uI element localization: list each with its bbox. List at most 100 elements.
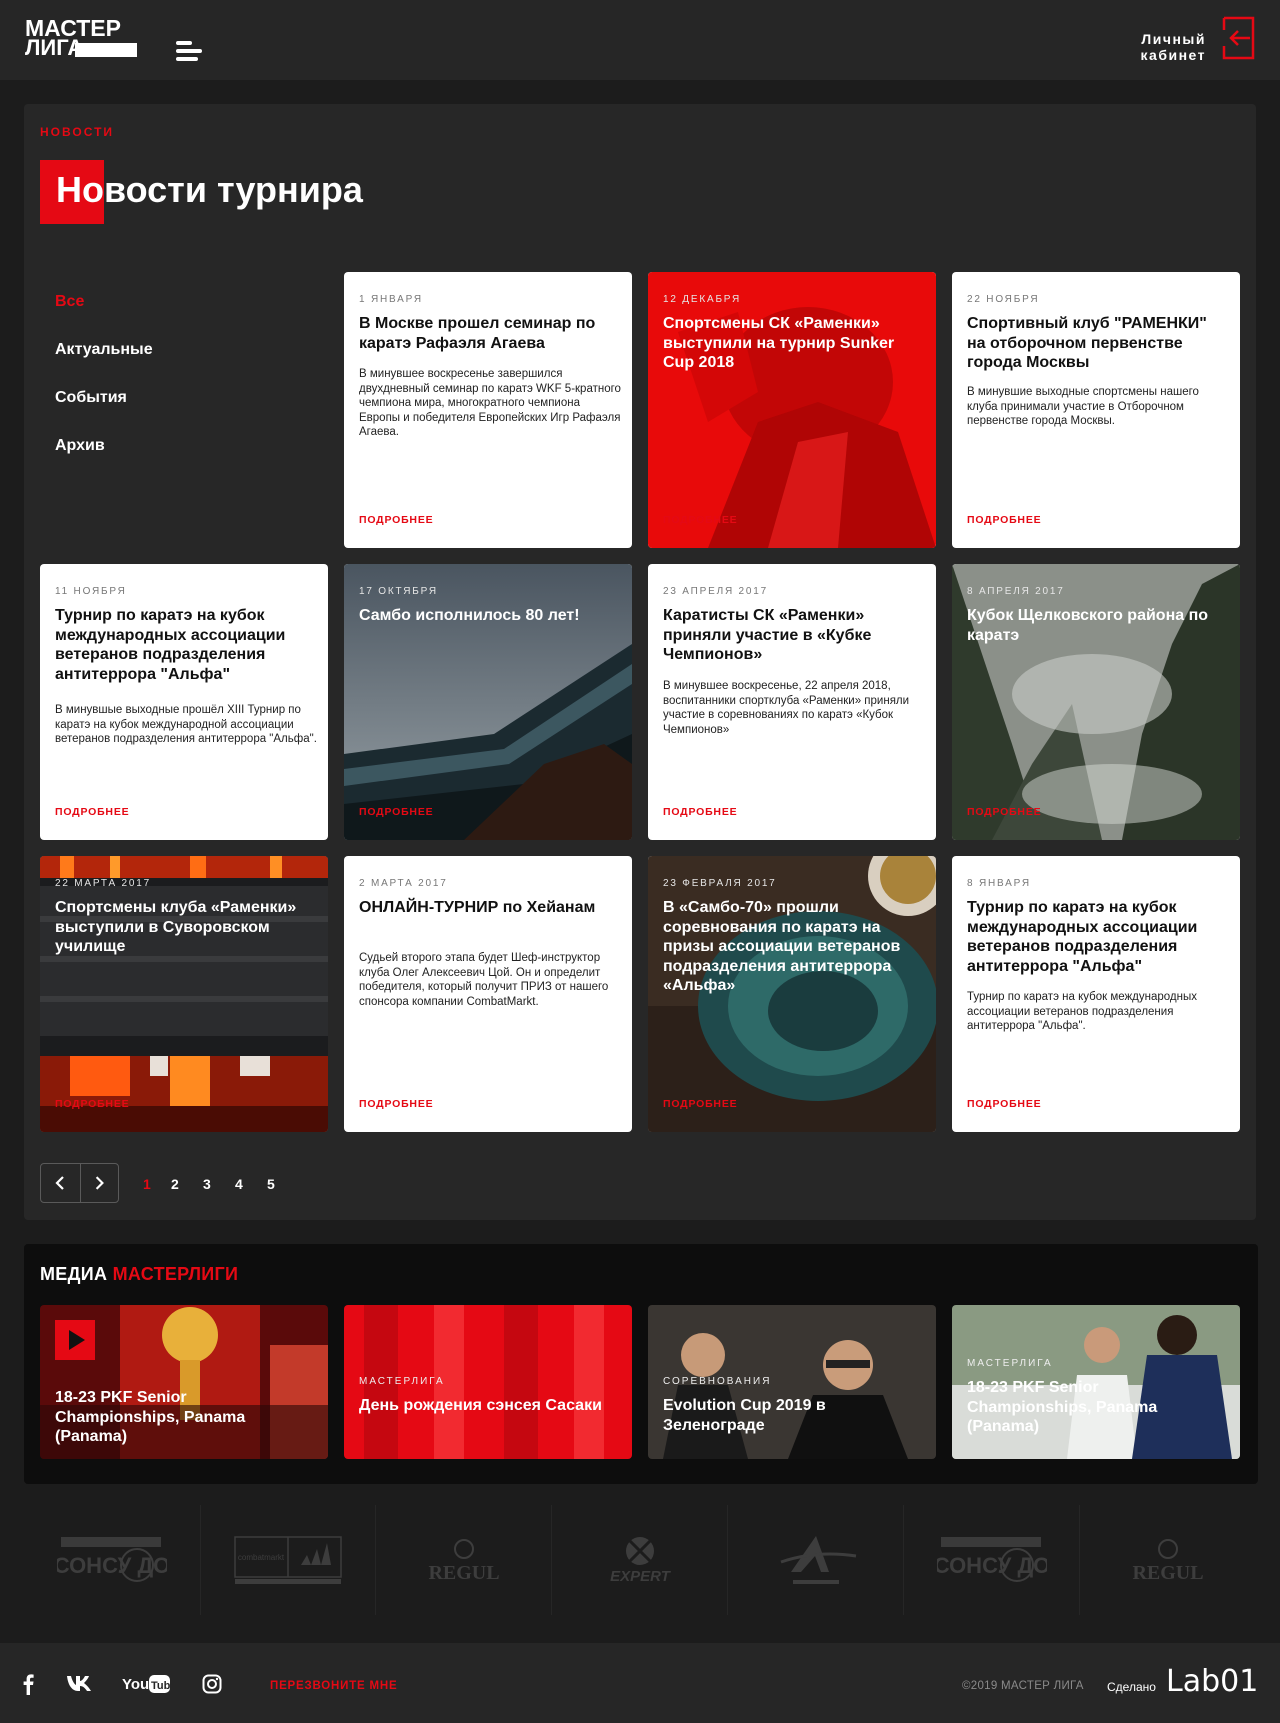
facebook-icon[interactable] <box>22 1673 34 1695</box>
partner-regul-logo[interactable]: REGUL <box>1080 1510 1256 1610</box>
card-more-link[interactable]: ПОДРОБНЕЕ <box>663 514 737 526</box>
lab01-logo[interactable]: Lab01 <box>1166 1667 1258 1697</box>
card-title[interactable]: Кубок Щелковского района по каратэ <box>967 606 1229 645</box>
news-card[interactable]: 23 ФЕВРАЛЯ 2017 В «Самбо-70» прошли соре… <box>648 856 936 1132</box>
card-text: В минувшые выходные прошёл XIII Турнир п… <box>55 704 317 745</box>
card-title[interactable]: Спортивный клуб "РАМЕНКИ" на отборочном … <box>967 314 1229 373</box>
news-card[interactable]: 23 АПРЕЛЯ 2017 Каратисты СК «Раменки» пр… <box>648 564 936 840</box>
filter-events[interactable]: События <box>55 389 127 407</box>
news-card[interactable]: 17 ОКТЯБРЯ Самбо исполнилось 80 лет! ПОД… <box>344 564 632 840</box>
news-card[interactable]: 22 НОЯБРЯ Спортивный клуб "РАМЕНКИ" на о… <box>952 272 1240 548</box>
card-date: 1 ЯНВАРЯ <box>359 294 423 305</box>
filter-all[interactable]: Все <box>55 293 84 311</box>
site-footer <box>0 1643 1280 1723</box>
sonsu-do-logo: СОНСУ ДО <box>937 1537 1047 1582</box>
armada-logo <box>780 1536 857 1584</box>
news-card[interactable]: 2 МАРТА 2017 ОНЛАЙН-ТУРНИР по Хейанам Су… <box>344 856 632 1132</box>
cabinet-line1: Личный <box>1141 31 1206 47</box>
page-4[interactable]: 4 <box>235 1176 243 1192</box>
media-card[interactable]: МАСТЕРЛИГА День рождения сэнсея Сасаки <box>344 1305 632 1459</box>
card-date: 8 ЯНВАРЯ <box>967 878 1031 889</box>
partner-armada-logo[interactable] <box>728 1510 904 1610</box>
partner-sonsu-do-logo[interactable]: СОНСУ ДО <box>24 1510 200 1610</box>
chevron-left-icon[interactable] <box>40 1163 80 1203</box>
site-header <box>0 0 1280 80</box>
card-title[interactable]: ОНЛАЙН-ТУРНИР по Хейанам <box>359 898 621 918</box>
news-card[interactable]: 12 ДЕКАБРЯ Спортсмены СК «Раменки» высту… <box>648 272 936 548</box>
card-title[interactable]: Турнир по каратэ на кубок международных … <box>55 606 317 684</box>
card-title[interactable]: В Москве прошел семинар по каратэ Рафаэл… <box>359 314 621 353</box>
media-title-white: МЕДИА <box>40 1264 108 1284</box>
card-more-link[interactable]: ПОДРОБНЕЕ <box>55 1098 129 1110</box>
card-title[interactable]: Турнир по каратэ на кубок международных … <box>967 898 1229 976</box>
logo[interactable]: МАСТЕР ЛИГА <box>25 17 137 59</box>
youtube-icon[interactable]: You Tube <box>122 1673 170 1695</box>
made-by-label: Сделано <box>1107 1680 1156 1694</box>
page-2[interactable]: 2 <box>171 1176 179 1192</box>
media-card[interactable]: СОРЕВНОВАНИЯ Evolution Cup 2019 в Зелено… <box>648 1305 936 1459</box>
regul-logo: REGUL <box>428 1539 500 1584</box>
sonsu-do-logo: СОНСУ ДО <box>57 1537 167 1582</box>
filter-actual[interactable]: Актуальные <box>55 341 153 359</box>
card-more-link[interactable]: ПОДРОБНЕЕ <box>55 806 129 818</box>
media-card-title: Evolution Cup 2019 в Зеленограде <box>663 1397 826 1434</box>
news-card[interactable]: 8 АПРЕЛЯ 2017 Кубок Щелковского района п… <box>952 564 1240 840</box>
combatmarkt-adidas-logo: combatmarkt <box>234 1536 342 1584</box>
svg-text:REGUL: REGUL <box>428 1562 499 1584</box>
regul-logo: REGUL <box>1132 1539 1204 1584</box>
news-card[interactable]: 1 ЯНВАРЯ В Москве прошел семинар по кара… <box>344 272 632 548</box>
menu-icon[interactable] <box>176 41 202 61</box>
card-title[interactable]: Каратисты СК «Раменки» приняли участие в… <box>663 606 925 665</box>
card-date: 22 НОЯБРЯ <box>967 294 1040 305</box>
media-card[interactable]: 18-23 PKF Senior Championships, Panama (… <box>40 1305 328 1459</box>
card-more-link[interactable]: ПОДРОБНЕЕ <box>359 806 433 818</box>
cabinet-line2: кабинет <box>1140 47 1206 63</box>
card-text: В минувшие выходные спортсмены нашего кл… <box>967 386 1199 427</box>
play-icon[interactable] <box>55 1320 95 1360</box>
svg-text:EXPERT: EXPERT <box>610 1568 672 1585</box>
partner-expert-logo[interactable]: EXPERT <box>552 1510 728 1610</box>
media-card-title: День рождения сэнсея Сасаки <box>359 1397 602 1414</box>
page-3[interactable]: 3 <box>203 1176 211 1192</box>
instagram-icon[interactable] <box>202 1674 222 1694</box>
card-more-link[interactable]: ПОДРОБНЕЕ <box>967 1098 1041 1110</box>
partner-combatmarkt-logo[interactable]: combatmarkt <box>200 1510 376 1610</box>
card-more-link[interactable]: ПОДРОБНЕЕ <box>967 514 1041 526</box>
media-card[interactable]: МАСТЕРЛИГА 18-23 PKF Senior Championship… <box>952 1305 1240 1459</box>
callback-link[interactable]: ПЕРЕЗВОНИТЕ МНЕ <box>270 1680 397 1692</box>
card-title[interactable]: Самбо исполнилось 80 лет! <box>359 606 621 626</box>
card-text: В минувшее воскресенье завершился двухдн… <box>359 368 621 438</box>
card-title[interactable]: В «Самбо-70» прошли соревнования по кара… <box>663 898 925 996</box>
news-card[interactable]: 22 МАРТА 2017 Спортсмены клуба «Раменки»… <box>40 856 328 1132</box>
cabinet-link[interactable]: Личный кабинет <box>1120 31 1206 63</box>
partner-sonsu-do-logo[interactable]: СОНСУ ДО <box>904 1510 1080 1610</box>
card-date: 22 МАРТА 2017 <box>55 878 151 889</box>
page-5[interactable]: 5 <box>267 1176 275 1192</box>
news-card[interactable]: 8 ЯНВАРЯ Турнир по каратэ на кубок между… <box>952 856 1240 1132</box>
card-title[interactable]: Спортсмены СК «Раменки» выступили на тур… <box>663 314 925 373</box>
card-date: 23 ФЕВРАЛЯ 2017 <box>663 878 777 889</box>
partner-regul-logo[interactable]: REGUL <box>376 1510 552 1610</box>
card-title[interactable]: Спортсмены клуба «Раменки» выступили в С… <box>55 898 317 957</box>
card-more-link[interactable]: ПОДРОБНЕЕ <box>359 514 433 526</box>
card-more-link[interactable]: ПОДРОБНЕЕ <box>359 1098 433 1110</box>
chevron-right-icon[interactable] <box>80 1163 119 1203</box>
svg-text:combatmarkt: combatmarkt <box>238 1553 285 1562</box>
login-icon[interactable] <box>1222 16 1255 60</box>
media-card-title: 18-23 PKF Senior Championships, Panama (… <box>967 1379 1158 1435</box>
media-card-category: МАСТЕРЛИГА <box>967 1358 1053 1369</box>
card-more-link[interactable]: ПОДРОБНЕЕ <box>663 806 737 818</box>
card-date: 2 МАРТА 2017 <box>359 878 448 889</box>
media-card-title: 18-23 PKF Senior Championships, Panama (… <box>55 1389 246 1445</box>
card-more-link[interactable]: ПОДРОБНЕЕ <box>663 1098 737 1110</box>
card-date: 11 НОЯБРЯ <box>55 586 127 597</box>
svg-text:Tube: Tube <box>151 1680 170 1692</box>
media-title: МЕДИА МАСТЕРЛИГИ <box>40 1264 238 1285</box>
card-more-link[interactable]: ПОДРОБНЕЕ <box>967 806 1041 818</box>
breadcrumb[interactable]: НОВОСТИ <box>40 125 114 139</box>
page-1[interactable]: 1 <box>143 1176 151 1192</box>
vk-icon[interactable] <box>66 1675 92 1692</box>
filter-archive[interactable]: Архив <box>55 437 105 455</box>
news-card[interactable]: 11 НОЯБРЯ Турнир по каратэ на кубок межд… <box>40 564 328 840</box>
card-date: 17 ОКТЯБРЯ <box>359 586 438 597</box>
